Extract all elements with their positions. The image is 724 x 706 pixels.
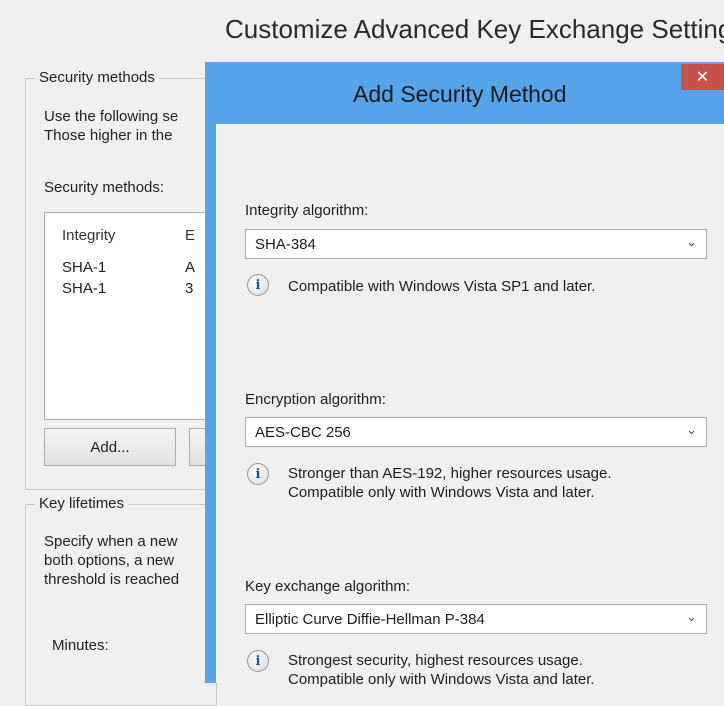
- chevron-down-icon: ⌄: [686, 422, 697, 437]
- encryption-info-line2: Compatible only with Windows Vista and l…: [288, 484, 595, 501]
- integrity-algorithm-dropdown[interactable]: SHA-384 ⌄: [245, 229, 707, 259]
- encryption-algorithm-label: Encryption algorithm:: [245, 391, 386, 408]
- key-exchange-algorithm-label: Key exchange algorithm:: [245, 578, 411, 595]
- key-exchange-algorithm-dropdown[interactable]: Elliptic Curve Diffie-Hellman P-384 ⌄: [245, 604, 707, 634]
- info-icon: i: [247, 274, 269, 296]
- column-header-encryption[interactable]: E: [185, 227, 195, 244]
- key-exchange-info-line2: Compatible only with Windows Vista and l…: [288, 671, 595, 688]
- add-button[interactable]: Add...: [44, 428, 176, 466]
- info-icon: i: [247, 463, 269, 485]
- integrity-info-text: Compatible with Windows Vista SP1 and la…: [288, 278, 596, 295]
- add-security-method-dialog: Add Security Method ✕ Integrity algorith…: [205, 62, 724, 688]
- encryption-algorithm-dropdown[interactable]: AES-CBC 256 ⌄: [245, 417, 707, 447]
- integrity-algorithm-label: Integrity algorithm:: [245, 202, 369, 219]
- info-icon: i: [247, 650, 269, 672]
- encryption-algorithm-value: AES-CBC 256: [255, 424, 351, 441]
- list-item-col2[interactable]: A: [185, 259, 195, 276]
- security-description-line1: Use the following se: [44, 108, 179, 125]
- dialog-title: Add Security Method: [353, 81, 567, 107]
- column-header-integrity[interactable]: Integrity: [62, 227, 115, 244]
- list-item-col2[interactable]: 3: [185, 280, 193, 297]
- key-lifetimes-description-line3: threshold is reached: [44, 571, 180, 588]
- dialog-body: Integrity algorithm: SHA-384 ⌄ i Compati…: [216, 124, 724, 688]
- minutes-label: Minutes:: [52, 637, 109, 654]
- security-methods-list-label: Security methods:: [44, 179, 165, 196]
- key-exchange-algorithm-value: Elliptic Curve Diffie-Hellman P-384: [255, 611, 485, 628]
- parent-window-title: Customize Advanced Key Exchange Settings: [225, 14, 724, 44]
- encryption-info-line1: Stronger than AES-192, higher resources …: [288, 465, 612, 482]
- key-exchange-info-line1: Strongest security, highest resources us…: [288, 652, 583, 669]
- dialog-titlebar[interactable]: Add Security Method ✕: [205, 62, 724, 124]
- list-item-integrity[interactable]: SHA-1: [62, 259, 106, 276]
- security-methods-legend: Security methods: [35, 69, 159, 86]
- list-item-integrity[interactable]: SHA-1: [62, 280, 106, 297]
- chevron-down-icon: ⌄: [686, 609, 697, 624]
- key-lifetimes-description-line2: both options, a new: [44, 552, 175, 569]
- key-lifetimes-legend: Key lifetimes: [35, 495, 129, 512]
- security-description-line2: Those higher in the: [44, 127, 173, 144]
- chevron-down-icon: ⌄: [686, 234, 697, 249]
- integrity-algorithm-value: SHA-384: [255, 236, 316, 253]
- close-icon: ✕: [695, 69, 710, 86]
- key-lifetimes-description-line1: Specify when a new: [44, 533, 178, 550]
- close-button[interactable]: ✕: [681, 64, 724, 90]
